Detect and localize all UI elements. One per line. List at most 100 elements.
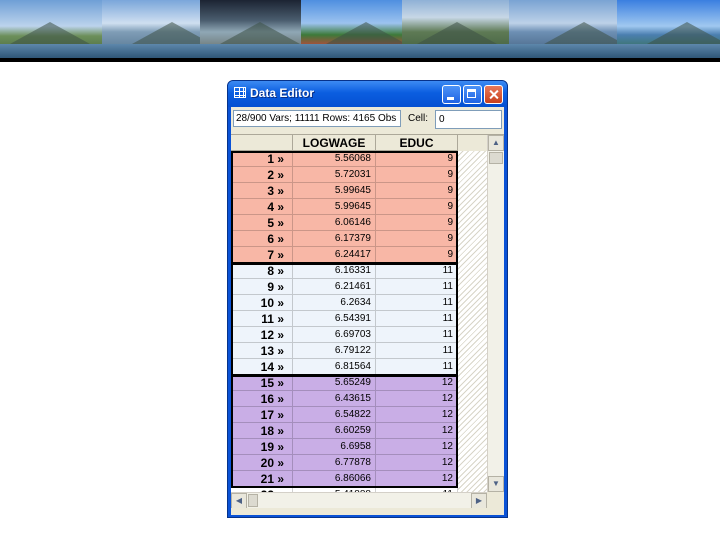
minimize-icon[interactable] bbox=[442, 85, 461, 104]
educ-cell[interactable]: 12 bbox=[376, 423, 458, 439]
horizontal-scroll-thumb[interactable] bbox=[248, 494, 258, 507]
logwage-cell[interactable]: 6.69703 bbox=[293, 327, 376, 343]
educ-cell[interactable]: 9 bbox=[376, 167, 458, 183]
educ-cell[interactable]: 11 bbox=[376, 295, 458, 311]
table-row[interactable]: 8 » 6.16331 11 bbox=[231, 263, 458, 279]
table-row[interactable]: 9 » 6.21461 11 bbox=[231, 279, 458, 295]
educ-cell[interactable]: 11 bbox=[376, 311, 458, 327]
title-bar[interactable]: Data Editor bbox=[228, 81, 507, 107]
row-header[interactable]: 2 » bbox=[231, 167, 293, 183]
row-header[interactable]: 13 » bbox=[231, 343, 293, 359]
logwage-cell[interactable]: 6.54391 bbox=[293, 311, 376, 327]
educ-cell[interactable]: 11 bbox=[376, 279, 458, 295]
row-header[interactable]: 17 » bbox=[231, 407, 293, 423]
vertical-scroll-thumb[interactable] bbox=[489, 152, 503, 164]
arrow-left-icon[interactable]: ◀ bbox=[231, 493, 247, 508]
educ-cell[interactable]: 9 bbox=[376, 215, 458, 231]
logwage-cell[interactable]: 6.86066 bbox=[293, 471, 376, 487]
educ-cell[interactable]: 12 bbox=[376, 375, 458, 391]
row-header[interactable]: 21 » bbox=[231, 471, 293, 487]
educ-cell[interactable]: 11 bbox=[376, 359, 458, 375]
logwage-cell[interactable]: 5.65249 bbox=[293, 375, 376, 391]
logwage-cell[interactable]: 6.21461 bbox=[293, 279, 376, 295]
logwage-cell[interactable]: 6.79122 bbox=[293, 343, 376, 359]
arrow-up-icon[interactable]: ▲ bbox=[488, 135, 504, 151]
educ-cell[interactable]: 11 bbox=[376, 327, 458, 343]
educ-cell[interactable]: 9 bbox=[376, 183, 458, 199]
horizontal-scrollbar[interactable]: ◀ ▶ bbox=[231, 492, 487, 508]
educ-cell[interactable]: 9 bbox=[376, 231, 458, 247]
row-header[interactable]: 4 » bbox=[231, 199, 293, 215]
logwage-cell[interactable]: 6.81564 bbox=[293, 359, 376, 375]
logwage-cell[interactable]: 5.56068 bbox=[293, 151, 376, 167]
table-row[interactable]: 7 » 6.24417 9 bbox=[231, 247, 458, 263]
logwage-cell[interactable]: 6.16331 bbox=[293, 263, 376, 279]
logwage-cell[interactable]: 6.17379 bbox=[293, 231, 376, 247]
table-row[interactable]: 2 » 5.72031 9 bbox=[231, 167, 458, 183]
row-header[interactable]: 7 » bbox=[231, 247, 293, 263]
logwage-cell[interactable]: 6.43615 bbox=[293, 391, 376, 407]
logwage-cell[interactable]: 6.06146 bbox=[293, 215, 376, 231]
table-row[interactable]: 20 » 6.77878 12 bbox=[231, 455, 458, 471]
row-header-corner[interactable] bbox=[231, 135, 293, 151]
row-header[interactable]: 3 » bbox=[231, 183, 293, 199]
logwage-cell[interactable]: 6.6958 bbox=[293, 439, 376, 455]
row-header[interactable]: 15 » bbox=[231, 375, 293, 391]
educ-cell[interactable]: 12 bbox=[376, 439, 458, 455]
table-row[interactable]: 5 » 6.06146 9 bbox=[231, 215, 458, 231]
row-header[interactable]: 18 » bbox=[231, 423, 293, 439]
table-row[interactable]: 1 » 5.56068 9 bbox=[231, 151, 458, 167]
column-header-educ[interactable]: EDUC bbox=[376, 135, 458, 151]
row-header[interactable]: 16 » bbox=[231, 391, 293, 407]
table-row[interactable]: 12 » 6.69703 11 bbox=[231, 327, 458, 343]
row-header[interactable]: 5 » bbox=[231, 215, 293, 231]
row-header[interactable]: 8 » bbox=[231, 263, 293, 279]
table-row[interactable]: 13 » 6.79122 11 bbox=[231, 343, 458, 359]
educ-cell[interactable]: 12 bbox=[376, 407, 458, 423]
column-header-logwage[interactable]: LOGWAGE bbox=[293, 135, 376, 151]
row-header[interactable]: 11 » bbox=[231, 311, 293, 327]
educ-cell[interactable]: 12 bbox=[376, 455, 458, 471]
educ-cell[interactable]: 12 bbox=[376, 391, 458, 407]
educ-cell[interactable]: 11 bbox=[376, 263, 458, 279]
row-header[interactable]: 1 » bbox=[231, 151, 293, 167]
table-row[interactable]: 4 » 5.99645 9 bbox=[231, 199, 458, 215]
row-header[interactable]: 12 » bbox=[231, 327, 293, 343]
maximize-icon[interactable] bbox=[463, 85, 482, 104]
logwage-cell[interactable]: 6.2634 bbox=[293, 295, 376, 311]
table-row[interactable]: 16 » 6.43615 12 bbox=[231, 391, 458, 407]
logwage-cell[interactable]: 6.77878 bbox=[293, 455, 376, 471]
cell-value-input[interactable]: 0 bbox=[435, 110, 502, 129]
logwage-cell[interactable]: 5.99645 bbox=[293, 199, 376, 215]
educ-cell[interactable]: 11 bbox=[376, 343, 458, 359]
table-row[interactable]: 15 » 5.65249 12 bbox=[231, 375, 458, 391]
table-row[interactable]: 3 » 5.99645 9 bbox=[231, 183, 458, 199]
vertical-scrollbar[interactable]: ▲ ▼ bbox=[487, 135, 504, 492]
table-row[interactable]: 19 » 6.6958 12 bbox=[231, 439, 458, 455]
table-row[interactable]: 17 » 6.54822 12 bbox=[231, 407, 458, 423]
row-header[interactable]: 19 » bbox=[231, 439, 293, 455]
table-row[interactable]: 18 » 6.60259 12 bbox=[231, 423, 458, 439]
educ-cell[interactable]: 9 bbox=[376, 199, 458, 215]
table-row[interactable]: 14 » 6.81564 11 bbox=[231, 359, 458, 375]
table-row[interactable]: 10 » 6.2634 11 bbox=[231, 295, 458, 311]
row-header[interactable]: 6 » bbox=[231, 231, 293, 247]
arrow-down-icon[interactable]: ▼ bbox=[488, 476, 504, 492]
table-row[interactable]: 21 » 6.86066 12 bbox=[231, 471, 458, 487]
educ-cell[interactable]: 9 bbox=[376, 151, 458, 167]
logwage-cell[interactable]: 5.99645 bbox=[293, 183, 376, 199]
logwage-cell[interactable]: 6.24417 bbox=[293, 247, 376, 263]
arrow-right-icon[interactable]: ▶ bbox=[471, 493, 487, 508]
row-header[interactable]: 14 » bbox=[231, 359, 293, 375]
row-header[interactable]: 20 » bbox=[231, 455, 293, 471]
table-row[interactable]: 11 » 6.54391 11 bbox=[231, 311, 458, 327]
logwage-cell[interactable]: 6.60259 bbox=[293, 423, 376, 439]
logwage-cell[interactable]: 6.54822 bbox=[293, 407, 376, 423]
row-header[interactable]: 10 » bbox=[231, 295, 293, 311]
educ-cell[interactable]: 9 bbox=[376, 247, 458, 263]
educ-cell[interactable]: 12 bbox=[376, 471, 458, 487]
table-row[interactable]: 6 » 6.17379 9 bbox=[231, 231, 458, 247]
close-icon[interactable] bbox=[484, 85, 503, 104]
row-header[interactable]: 9 » bbox=[231, 279, 293, 295]
logwage-cell[interactable]: 5.72031 bbox=[293, 167, 376, 183]
